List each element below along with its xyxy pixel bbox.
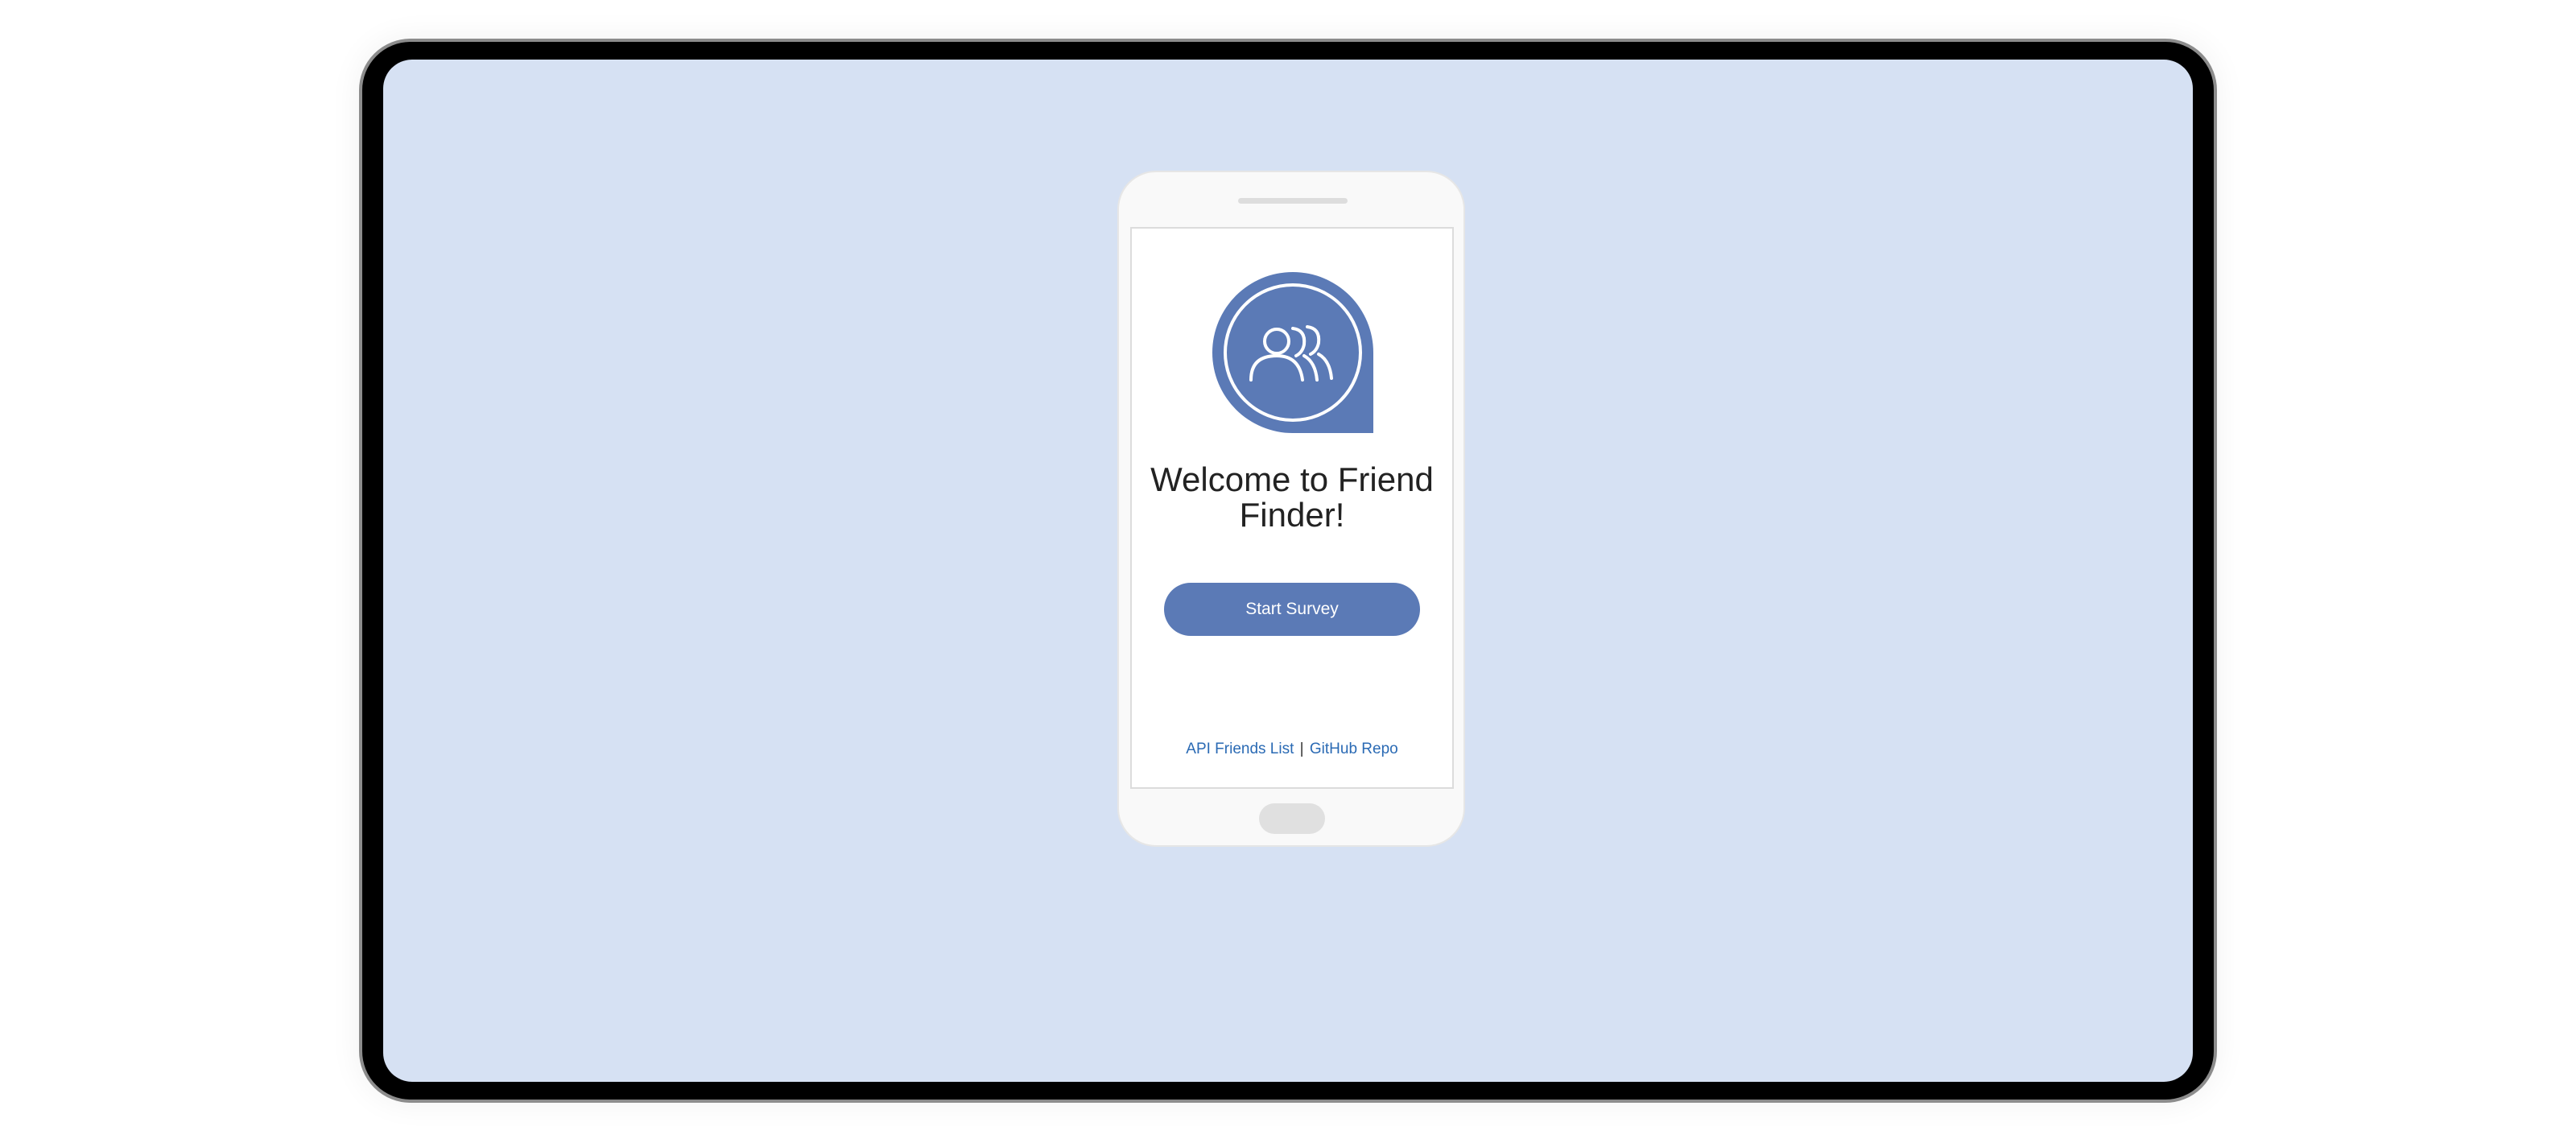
- page-title: Welcome to Friend Finder!: [1150, 460, 1434, 534]
- tablet-screen: Welcome to Friend Finder! Start Survey A…: [383, 60, 2193, 1082]
- phone-mockup: Welcome to Friend Finder! Start Survey A…: [1117, 171, 1465, 847]
- github-repo-link[interactable]: GitHub Repo: [1310, 741, 1398, 757]
- footer-links: API Friends List | GitHub Repo: [1132, 741, 1452, 758]
- phone-home-button: [1259, 803, 1325, 834]
- phone-speaker: [1238, 198, 1348, 204]
- people-group-icon: [1212, 272, 1373, 433]
- tablet-frame: Welcome to Friend Finder! Start Survey A…: [359, 39, 2217, 1103]
- link-separator: |: [1299, 741, 1304, 757]
- start-survey-button[interactable]: Start Survey: [1164, 583, 1420, 636]
- api-friends-list-link[interactable]: API Friends List: [1186, 741, 1294, 757]
- phone-screen: Welcome to Friend Finder! Start Survey A…: [1130, 227, 1454, 789]
